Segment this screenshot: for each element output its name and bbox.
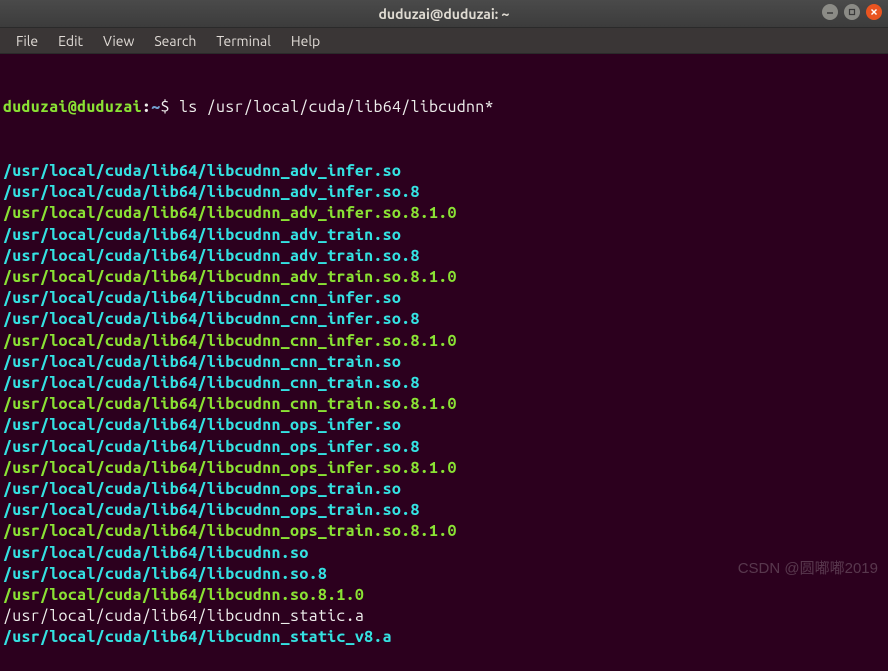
command-text: ls /usr/local/cuda/lib64/libcudnn* bbox=[179, 98, 494, 116]
close-icon bbox=[870, 8, 878, 16]
prompt-colon: : bbox=[142, 98, 151, 116]
output-line: /usr/local/cuda/lib64/libcudnn_ops_train… bbox=[3, 521, 885, 542]
window-title: duduzai@duduzai: ~ bbox=[379, 6, 510, 22]
output-line: /usr/local/cuda/lib64/libcudnn_cnn_train… bbox=[3, 394, 885, 415]
maximize-icon bbox=[848, 8, 856, 16]
output-line: /usr/local/cuda/lib64/libcudnn_ops_train… bbox=[3, 500, 885, 521]
output-line: /usr/local/cuda/lib64/libcudnn_cnn_train… bbox=[3, 352, 885, 373]
output-line: /usr/local/cuda/lib64/libcudnn_adv_infer… bbox=[3, 182, 885, 203]
output-line: /usr/local/cuda/lib64/libcudnn_cnn_infer… bbox=[3, 331, 885, 352]
output-line: /usr/local/cuda/lib64/libcudnn_cnn_infer… bbox=[3, 288, 885, 309]
output-line: /usr/local/cuda/lib64/libcudnn_ops_infer… bbox=[3, 437, 885, 458]
output-line: /usr/local/cuda/lib64/libcudnn_adv_train… bbox=[3, 246, 885, 267]
prompt-at: @ bbox=[68, 98, 77, 116]
menu-file[interactable]: File bbox=[6, 30, 48, 52]
terminal-area[interactable]: duduzai@duduzai:~$ ls /usr/local/cuda/li… bbox=[0, 54, 888, 671]
menu-help[interactable]: Help bbox=[281, 30, 330, 52]
minimize-button[interactable] bbox=[822, 4, 838, 20]
menu-edit[interactable]: Edit bbox=[48, 30, 93, 52]
prompt-host: duduzai bbox=[77, 98, 142, 116]
maximize-button[interactable] bbox=[844, 4, 860, 20]
output-line: /usr/local/cuda/lib64/libcudnn_ops_train… bbox=[3, 479, 885, 500]
output-line: /usr/local/cuda/lib64/libcudnn_cnn_train… bbox=[3, 373, 885, 394]
menu-terminal[interactable]: Terminal bbox=[206, 30, 281, 52]
menu-search[interactable]: Search bbox=[144, 30, 206, 52]
prompt-line: duduzai@duduzai:~$ ls /usr/local/cuda/li… bbox=[3, 97, 885, 118]
prompt-user: duduzai bbox=[3, 98, 68, 116]
close-button[interactable] bbox=[866, 4, 882, 20]
output-line: /usr/local/cuda/lib64/libcudnn.so bbox=[3, 543, 885, 564]
output-line: /usr/local/cuda/lib64/libcudnn_ops_infer… bbox=[3, 458, 885, 479]
output-line: /usr/local/cuda/lib64/libcudnn_adv_infer… bbox=[3, 161, 885, 182]
prompt-dollar: $ bbox=[160, 98, 179, 116]
minimize-icon bbox=[826, 8, 834, 16]
output-line: /usr/local/cuda/lib64/libcudnn_ops_infer… bbox=[3, 415, 885, 436]
output-line: /usr/local/cuda/lib64/libcudnn_adv_train… bbox=[3, 267, 885, 288]
window-controls bbox=[822, 4, 882, 20]
output-line: /usr/local/cuda/lib64/libcudnn_adv_infer… bbox=[3, 203, 885, 224]
output-line: /usr/local/cuda/lib64/libcudnn_static.a bbox=[3, 606, 885, 627]
output-line: /usr/local/cuda/lib64/libcudnn_adv_train… bbox=[3, 225, 885, 246]
output-line: /usr/local/cuda/lib64/libcudnn_static_v8… bbox=[3, 627, 885, 648]
menubar: File Edit View Search Terminal Help bbox=[0, 28, 888, 54]
menu-view[interactable]: View bbox=[93, 30, 144, 52]
titlebar: duduzai@duduzai: ~ bbox=[0, 0, 888, 28]
output-line: /usr/local/cuda/lib64/libcudnn_cnn_infer… bbox=[3, 309, 885, 330]
output-line: /usr/local/cuda/lib64/libcudnn.so.8.1.0 bbox=[3, 585, 885, 606]
